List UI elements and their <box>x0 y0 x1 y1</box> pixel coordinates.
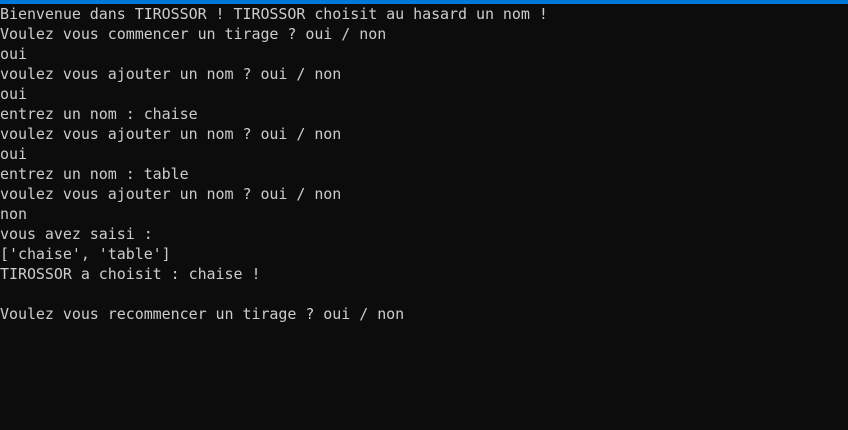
console-output[interactable]: Bienvenue dans TIROSSOR ! TIROSSOR chois… <box>0 4 848 430</box>
console-line-user-input: non <box>0 205 27 223</box>
console-line-result: TIROSSOR a choisit : chaise ! <box>0 265 261 283</box>
console-line-start-prompt: Voulez vous commencer un tirage ? oui / … <box>0 25 387 43</box>
console-line-restart-prompt: Voulez vous recommencer un tirage ? oui … <box>0 305 405 323</box>
console-line-summary-label: vous avez saisi : <box>0 225 153 243</box>
console-line-add-name-prompt: voulez vous ajouter un nom ? oui / non <box>0 125 342 143</box>
console-line-enter-name: entrez un nom : table <box>0 165 189 183</box>
console-line-add-name-prompt: voulez vous ajouter un nom ? oui / non <box>0 65 342 83</box>
console-line-user-input: oui <box>0 85 27 103</box>
console-line-names-list: ['chaise', 'table'] <box>0 245 171 263</box>
console-line-add-name-prompt: voulez vous ajouter un nom ? oui / non <box>0 185 342 203</box>
console-line-user-input: oui <box>0 45 27 63</box>
console-line-welcome: Bienvenue dans TIROSSOR ! TIROSSOR chois… <box>0 5 548 23</box>
console-line-enter-name: entrez un nom : chaise <box>0 105 198 123</box>
console-line-user-input: oui <box>0 145 27 163</box>
console-line-blank <box>0 284 848 304</box>
